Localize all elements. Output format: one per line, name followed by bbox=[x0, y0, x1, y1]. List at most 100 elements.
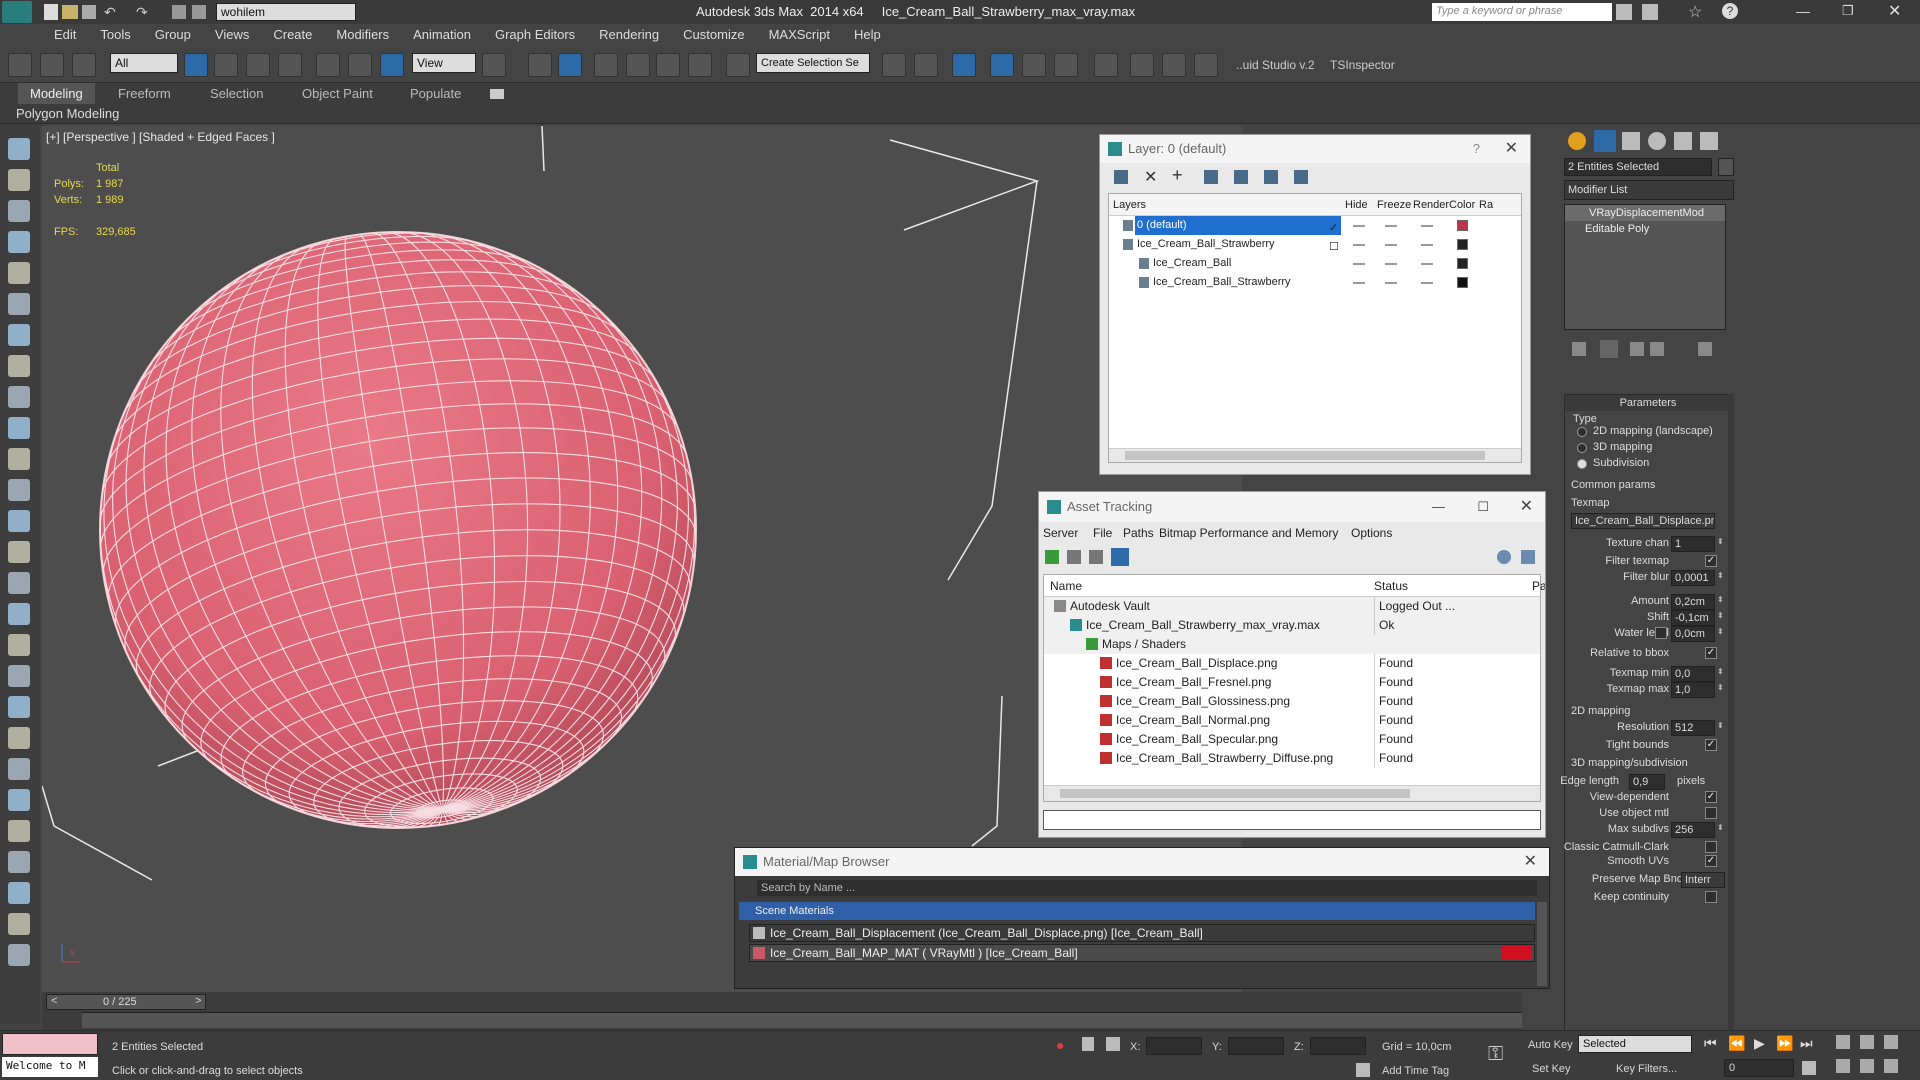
lock-selection-icon[interactable] bbox=[1082, 1037, 1094, 1051]
tight-checkbox[interactable]: ✓ bbox=[1705, 739, 1717, 751]
selection-name-field[interactable]: 2 Entities Selected bbox=[1564, 158, 1712, 176]
hedra-icon[interactable] bbox=[8, 479, 30, 501]
layer-hscrollbar[interactable] bbox=[1109, 448, 1521, 462]
layer-col-color[interactable]: Color bbox=[1449, 194, 1475, 216]
chain-icon[interactable] bbox=[8, 665, 30, 687]
torus-icon[interactable] bbox=[8, 231, 30, 253]
curve-editor-icon[interactable] bbox=[1022, 53, 1046, 77]
dynamics-icon[interactable] bbox=[8, 634, 30, 656]
sphere-icon[interactable] bbox=[8, 448, 30, 470]
freeze-all-layers-icon[interactable] bbox=[1294, 170, 1308, 184]
cone-icon[interactable] bbox=[8, 510, 30, 532]
mirror-icon[interactable] bbox=[882, 53, 906, 77]
layer-render-toggle[interactable] bbox=[1421, 282, 1433, 284]
object-color-swatch[interactable] bbox=[1718, 158, 1734, 176]
spinner-arrows-icon[interactable]: ⬍ bbox=[1717, 595, 1724, 604]
asset-menu-server[interactable]: Server bbox=[1043, 522, 1078, 544]
spinner-arrows-icon[interactable]: ⬍ bbox=[1717, 537, 1724, 546]
create-tab-icon[interactable] bbox=[1568, 132, 1586, 150]
asset-row[interactable]: Autodesk Vault Logged Out ... bbox=[1044, 597, 1540, 616]
refresh-icon[interactable] bbox=[1045, 550, 1059, 564]
menu-animation[interactable]: Animation bbox=[401, 24, 483, 45]
asset-menu-paths[interactable]: Paths bbox=[1123, 522, 1154, 544]
material-vscrollbar[interactable] bbox=[1537, 902, 1547, 986]
menu-customize[interactable]: Customize bbox=[671, 24, 756, 45]
menu-create[interactable]: Create bbox=[261, 24, 324, 45]
set-key-icon[interactable]: ⚿ bbox=[1488, 1043, 1503, 1066]
menu-graph-editors[interactable]: Graph Editors bbox=[483, 24, 587, 45]
menu-group[interactable]: Group bbox=[143, 24, 203, 45]
move-icon[interactable] bbox=[316, 53, 340, 77]
search-go-icon[interactable] bbox=[1616, 4, 1632, 20]
plugin-button-2[interactable]: TSInspector bbox=[1330, 58, 1395, 72]
texture-chan-spinner[interactable]: 1 bbox=[1671, 536, 1715, 552]
close-icon[interactable]: ✕ bbox=[1520, 492, 1533, 522]
set-key-button[interactable]: Set Key bbox=[1532, 1063, 1571, 1075]
script-icon[interactable] bbox=[8, 913, 30, 935]
texmap-max-spinner[interactable]: 1,0 bbox=[1671, 682, 1715, 698]
layer-col-render[interactable]: Render bbox=[1413, 194, 1449, 216]
asset-row[interactable]: Ice_Cream_Ball_Specular.png Found bbox=[1044, 730, 1540, 749]
undo-icon[interactable]: ↶ bbox=[104, 4, 116, 21]
layer-hide-toggle[interactable] bbox=[1353, 282, 1365, 284]
go-to-start-icon[interactable]: ⏮ bbox=[1704, 1035, 1717, 1052]
ref-coord-select[interactable]: View bbox=[412, 53, 476, 73]
fetch-icon[interactable] bbox=[192, 5, 206, 19]
asset-row[interactable]: Ice_Cream_Ball_Fresnel.png Found bbox=[1044, 673, 1540, 692]
preserve-map-select[interactable]: Interr bbox=[1681, 872, 1725, 888]
menu-tools[interactable]: Tools bbox=[88, 24, 142, 45]
selection-filter-select[interactable]: All bbox=[110, 53, 178, 73]
material-icon[interactable] bbox=[8, 820, 30, 842]
vscrollbar[interactable] bbox=[1728, 394, 1734, 1034]
minimize-icon[interactable]: — bbox=[1796, 3, 1810, 19]
quick-access-new-icon[interactable] bbox=[44, 4, 58, 20]
type-radio-2[interactable] bbox=[1577, 459, 1587, 469]
thumbnail-view-icon[interactable] bbox=[1089, 550, 1103, 564]
spinner-arrows-icon[interactable]: ⬍ bbox=[1717, 667, 1724, 676]
auto-key-button[interactable]: Auto Key bbox=[1528, 1039, 1573, 1051]
select-manipulate-icon[interactable] bbox=[528, 53, 552, 77]
rendered-frame-icon[interactable] bbox=[1162, 53, 1186, 77]
spinner-arrows-icon[interactable]: ⬍ bbox=[1717, 571, 1724, 580]
select-object-icon[interactable] bbox=[184, 53, 208, 77]
select-link-icon[interactable] bbox=[8, 53, 32, 77]
named-selection-select[interactable]: Create Selection Se bbox=[756, 53, 870, 73]
camera-icon[interactable] bbox=[8, 293, 30, 315]
ribbon-tab-object-paint[interactable]: Object Paint bbox=[302, 86, 373, 101]
x-coord-field[interactable] bbox=[1146, 1037, 1202, 1055]
create-layer-icon[interactable] bbox=[1114, 170, 1128, 184]
add-time-tag-button[interactable]: Add Time Tag bbox=[1382, 1065, 1449, 1077]
hold-icon[interactable] bbox=[172, 5, 186, 19]
select-by-name-icon[interactable] bbox=[214, 53, 238, 77]
percent-snap-icon[interactable] bbox=[656, 53, 680, 77]
asset-col-name[interactable]: Name bbox=[1050, 575, 1082, 597]
asset-row[interactable]: Ice_Cream_Ball_Normal.png Found bbox=[1044, 711, 1540, 730]
asset-menu-bitmap[interactable]: Bitmap Performance and Memory bbox=[1159, 522, 1338, 544]
spinner-arrows-icon[interactable]: ⬍ bbox=[1717, 683, 1724, 692]
time-slider[interactable]: < 0 / 225 > bbox=[46, 994, 206, 1010]
scene-icon[interactable] bbox=[8, 882, 30, 904]
angle-snap-icon[interactable] bbox=[626, 53, 650, 77]
material-item[interactable]: Ice_Cream_Ball_MAP_MAT ( VRayMtl ) [Ice_… bbox=[749, 944, 1535, 962]
menu-maxscript[interactable]: MAXScript bbox=[757, 24, 842, 45]
system-icon[interactable] bbox=[8, 386, 30, 408]
maxscript-output[interactable]: Welcome to M bbox=[2, 1057, 98, 1077]
go-to-end-icon[interactable]: ⏭ bbox=[1800, 1035, 1813, 1052]
zoom-icon[interactable] bbox=[1836, 1035, 1850, 1049]
filter-blur-spinner[interactable]: 0,0001 bbox=[1671, 570, 1715, 586]
layer-manager-icon[interactable] bbox=[952, 53, 976, 77]
add-time-tag-icon[interactable] bbox=[1356, 1063, 1370, 1077]
rotate-icon[interactable] bbox=[348, 53, 372, 77]
surface-icon[interactable] bbox=[8, 417, 30, 439]
particle-icon[interactable] bbox=[8, 603, 30, 625]
layer-render-toggle[interactable] bbox=[1421, 244, 1433, 246]
asset-hscrollbar[interactable] bbox=[1044, 785, 1540, 801]
layer-freeze-toggle[interactable] bbox=[1385, 282, 1397, 284]
align-icon[interactable] bbox=[914, 53, 938, 77]
material-editor-icon[interactable] bbox=[1094, 53, 1118, 77]
water-level-checkbox[interactable] bbox=[1655, 627, 1667, 639]
asset-tracking-titlebar[interactable]: Asset Tracking — ☐ ✕ bbox=[1039, 492, 1545, 522]
asset-path-field[interactable] bbox=[1043, 810, 1541, 830]
ribbon-options-icon[interactable] bbox=[490, 89, 504, 99]
menu-modifiers[interactable]: Modifiers bbox=[324, 24, 401, 45]
